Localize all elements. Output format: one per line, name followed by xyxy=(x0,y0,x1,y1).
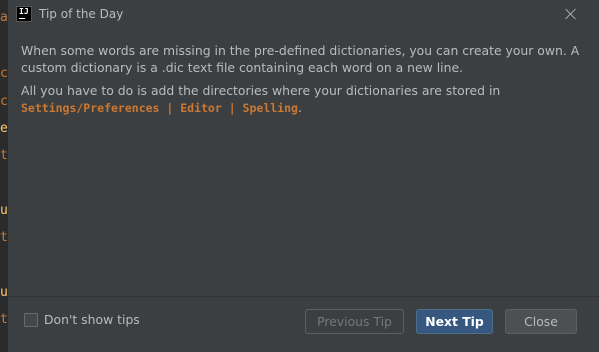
tip-text-end: . xyxy=(297,100,302,115)
settings-path: Settings/Preferences | Editor | Spelling xyxy=(21,101,298,115)
tip-of-the-day-dialog: IJ Tip of the Day When some words are mi… xyxy=(7,0,599,352)
dialog-title: Tip of the Day xyxy=(39,7,124,21)
dont-show-tips-checkbox[interactable] xyxy=(24,312,38,327)
next-tip-button[interactable]: Next Tip xyxy=(416,309,493,334)
dont-show-tips-label[interactable]: Don't show tips xyxy=(44,312,140,327)
tip-paragraph: All you have to do is add the directorie… xyxy=(21,82,581,117)
tip-text: All you have to do is add the directorie… xyxy=(21,83,501,98)
close-button[interactable]: Close xyxy=(505,309,577,334)
tip-paragraph: When some words are missing in the pre-d… xyxy=(21,43,580,75)
dont-show-tips-option[interactable]: Don't show tips xyxy=(24,312,140,327)
dialog-titlebar[interactable]: IJ Tip of the Day xyxy=(8,0,599,29)
previous-tip-button[interactable]: Previous Tip xyxy=(305,309,404,334)
intellij-logo-icon: IJ xyxy=(16,6,32,22)
footer-divider xyxy=(8,296,599,297)
close-icon[interactable] xyxy=(563,6,579,22)
tip-content: When some words are missing in the pre-d… xyxy=(21,42,581,123)
